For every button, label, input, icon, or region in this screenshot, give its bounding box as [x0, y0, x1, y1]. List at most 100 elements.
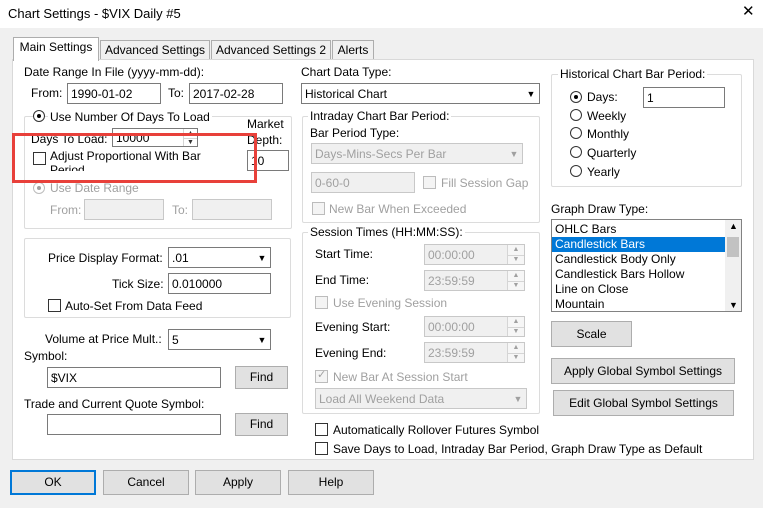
rollover-label: Automatically Rollover Futures Symbol	[333, 423, 540, 437]
cancel-button[interactable]: Cancel	[103, 470, 189, 495]
weekly-label: Weekly	[587, 109, 627, 123]
highlight-box	[12, 133, 257, 183]
rollover-checkbox[interactable]	[315, 423, 328, 436]
use-evening-session-checkbox[interactable]	[315, 296, 328, 309]
tab-content: Date Range In File (yyyy-mm-dd): From: 1…	[0, 0, 763, 508]
chevron-up-icon[interactable]: ▲	[729, 221, 738, 231]
tick-size-label: Tick Size:	[112, 277, 164, 291]
days-radio-label: Days:	[587, 90, 618, 104]
help-button[interactable]: Help	[288, 470, 374, 495]
symbol-find-button[interactable]: Find	[235, 366, 288, 389]
end-time-label: End Time:	[315, 273, 370, 287]
chart-data-type-value: Historical Chart	[305, 87, 388, 101]
price-format-value: .01	[172, 251, 189, 265]
weekly-radio[interactable]	[570, 109, 582, 121]
spin-arrows-icon[interactable]: ▲ ▼	[507, 271, 524, 290]
trade-symbol-field[interactable]	[47, 414, 221, 435]
evening-end-value: 23:59:59	[428, 346, 475, 360]
volume-mult-value: 5	[172, 333, 179, 347]
list-item[interactable]: OHLC Bars	[552, 222, 725, 237]
bar-period-type-combo[interactable]: Days-Mins-Secs Per Bar ▼	[311, 143, 523, 164]
chart-data-type-label: Chart Data Type:	[301, 65, 392, 79]
chevron-down-icon: ▼	[526, 89, 536, 99]
trade-symbol-find-button[interactable]: Find	[235, 413, 288, 436]
end-time-field[interactable]: 23:59:59 ▲ ▼	[424, 270, 525, 291]
start-time-field[interactable]: 00:00:00 ▲ ▼	[424, 244, 525, 265]
ok-button[interactable]: OK	[10, 470, 96, 495]
list-item[interactable]: Line on Close	[552, 282, 725, 297]
session-times-title: Session Times (HH:MM:SS):	[308, 225, 465, 239]
date-range-from-label: From:	[50, 203, 82, 217]
save-default-checkbox[interactable]	[315, 442, 328, 455]
weekend-data-combo[interactable]: Load All Weekend Data ▼	[315, 388, 527, 409]
price-format-label: Price Display Format:	[48, 251, 163, 265]
tick-size-field[interactable]: 0.010000	[168, 273, 271, 294]
spin-arrows-icon[interactable]: ▲ ▼	[507, 343, 524, 362]
volume-mult-combo[interactable]: 5 ▼	[168, 329, 271, 350]
new-bar-exceeded-label: New Bar When Exceeded	[329, 202, 467, 216]
date-range-title: Date Range In File (yyyy-mm-dd):	[24, 65, 205, 79]
list-scrollbar[interactable]: ▲ ▼	[725, 220, 741, 311]
apply-global-symbol-settings-button[interactable]: Apply Global Symbol Settings	[551, 358, 735, 384]
price-format-combo[interactable]: .01 ▼	[168, 247, 271, 268]
use-days-label: Use Number Of Days To Load	[48, 110, 212, 124]
auto-set-checkbox[interactable]	[48, 299, 61, 312]
bar-period-type-label: Bar Period Type:	[310, 126, 400, 140]
chevron-down-icon[interactable]: ▼	[729, 300, 738, 310]
fill-session-gap-label: Fill Session Gap	[441, 176, 529, 190]
chevron-down-icon: ▼	[509, 149, 519, 159]
chart-data-type-combo[interactable]: Historical Chart ▼	[301, 83, 540, 104]
monthly-label: Monthly	[587, 127, 630, 141]
edit-global-symbol-settings-button[interactable]: Edit Global Symbol Settings	[553, 390, 734, 416]
bar-period-field[interactable]: 0-60-0	[311, 172, 415, 193]
evening-start-field[interactable]: 00:00:00 ▲ ▼	[424, 316, 525, 337]
yearly-radio[interactable]	[570, 165, 582, 177]
use-date-range-label: Use Date Range	[50, 181, 139, 195]
market-depth-label-1: Market	[247, 117, 284, 131]
date-from-field[interactable]: 1990-01-02	[67, 83, 161, 104]
fill-session-gap-checkbox[interactable]	[423, 176, 436, 189]
scrollbar-thumb[interactable]	[727, 237, 739, 257]
symbol-label: Symbol:	[24, 349, 68, 363]
evening-end-field[interactable]: 23:59:59 ▲ ▼	[424, 342, 525, 363]
apply-button[interactable]: Apply	[195, 470, 281, 495]
start-time-value: 00:00:00	[428, 248, 475, 262]
volume-mult-label: Volume at Price Mult.:	[45, 332, 162, 346]
new-bar-exceeded-checkbox[interactable]	[312, 202, 325, 215]
date-from-label: From:	[31, 86, 63, 100]
historical-days-field[interactable]: 1	[643, 87, 725, 108]
chevron-down-icon: ▼	[257, 253, 267, 263]
new-bar-session-start-checkbox[interactable]: ✓	[315, 369, 328, 383]
use-date-range-radio[interactable]	[33, 182, 45, 194]
graph-draw-type-label: Graph Draw Type:	[551, 202, 649, 216]
auto-set-label: Auto-Set From Data Feed	[65, 299, 203, 313]
intraday-title: Intraday Chart Bar Period:	[308, 109, 452, 123]
historical-bar-period-title: Historical Chart Bar Period:	[558, 67, 708, 81]
list-item[interactable]: Candlestick Body Only	[552, 252, 725, 267]
symbol-field[interactable]: $VIX	[47, 367, 221, 388]
date-range-to-field[interactable]	[192, 199, 272, 220]
spin-arrows-icon[interactable]: ▲ ▼	[507, 317, 524, 336]
spin-arrows-icon[interactable]: ▲ ▼	[507, 245, 524, 264]
date-to-field[interactable]: 2017-02-28	[189, 83, 283, 104]
days-radio[interactable]	[570, 91, 582, 103]
list-item[interactable]: Mountain	[552, 297, 725, 311]
monthly-radio[interactable]	[570, 127, 582, 139]
trade-symbol-label: Trade and Current Quote Symbol:	[24, 397, 205, 411]
date-range-to-label: To:	[172, 203, 189, 217]
date-range-from-field[interactable]	[84, 199, 164, 220]
quarterly-radio[interactable]	[570, 146, 582, 158]
evening-start-value: 00:00:00	[428, 320, 475, 334]
bar-period-type-value: Days-Mins-Secs Per Bar	[315, 147, 447, 161]
evening-end-label: Evening End:	[315, 346, 387, 360]
use-days-radio[interactable]	[33, 110, 45, 122]
list-item[interactable]: Candlestick Bars Hollow	[552, 267, 725, 282]
scale-button[interactable]: Scale	[551, 321, 632, 347]
graph-draw-type-list[interactable]: OHLC Bars Candlestick Bars Candlestick B…	[551, 219, 742, 312]
list-item-selected[interactable]: Candlestick Bars	[552, 237, 725, 252]
chevron-down-icon: ▼	[257, 335, 267, 345]
save-default-label: Save Days to Load, Intraday Bar Period, …	[333, 442, 703, 456]
use-evening-session-label: Use Evening Session	[333, 296, 448, 310]
start-time-label: Start Time:	[315, 247, 374, 261]
quarterly-label: Quarterly	[587, 146, 637, 160]
